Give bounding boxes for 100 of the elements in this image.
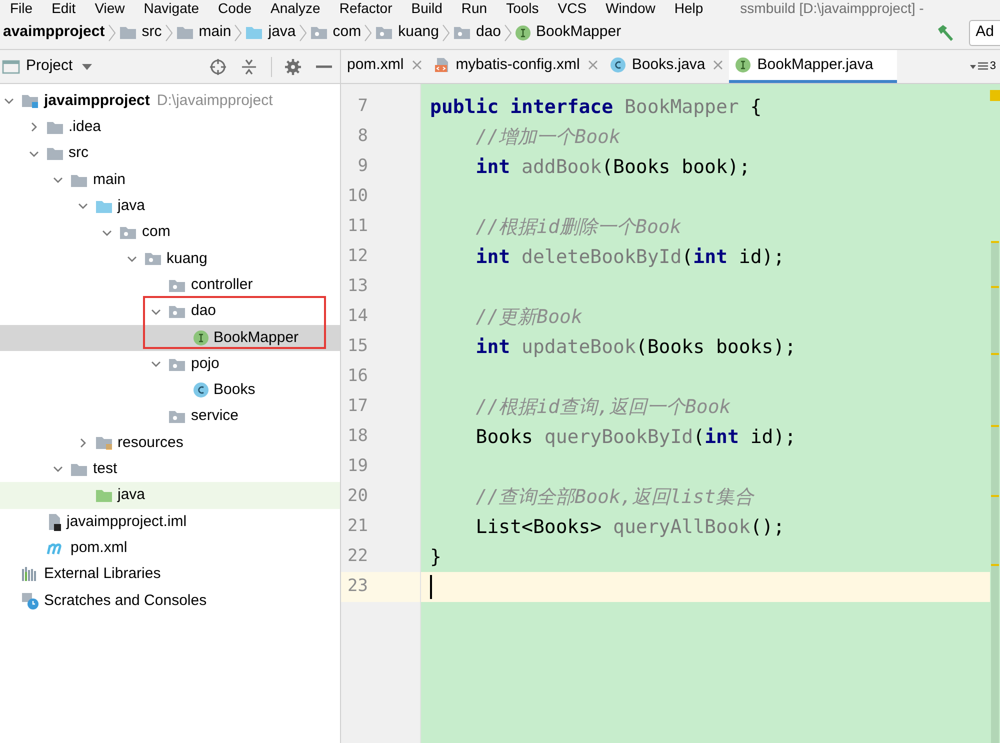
package-icon (168, 304, 186, 320)
tree-item-label: java (118, 196, 146, 216)
line-number: 9 (358, 155, 368, 178)
package-icon (144, 251, 162, 266)
tree-item[interactable]: .idea (0, 114, 340, 141)
xml-file-icon (434, 57, 450, 73)
code-line: List<Books> queryAllBook(); (474, 514, 785, 540)
editor-tab[interactable]: pom.xml (341, 50, 428, 83)
folder-icon (94, 488, 112, 504)
panel-title[interactable]: Project (26, 55, 73, 78)
crosshair-icon[interactable] (209, 58, 227, 76)
inspection-status-icon (990, 90, 1000, 101)
tree-item-label: Scratches and Consoles (44, 590, 207, 611)
code-line: //根据id查询,返回一个Book (474, 394, 731, 420)
tree-item[interactable]: kuang (0, 246, 340, 272)
tree-item[interactable]: javaimpproject.iml (0, 508, 340, 536)
line-number: 11 (348, 215, 368, 238)
tree-item[interactable]: javaimpproject D:\javaimpproject (0, 88, 340, 114)
line-number: 21 (348, 515, 368, 538)
menu-item[interactable]: Tools (506, 1, 539, 15)
scratches-icon (21, 592, 39, 610)
tree-item-label: com (142, 222, 170, 242)
breadcrumb-item[interactable]: dao (450, 21, 504, 44)
menu-item[interactable]: Edit (52, 1, 76, 15)
tree-item-label: pojo (191, 354, 220, 374)
tree-item[interactable]: java (0, 193, 340, 220)
editor-tab[interactable]: BookMapper.java (729, 50, 898, 83)
folder-icon (176, 25, 194, 40)
breadcrumb-item[interactable]: src (116, 21, 165, 44)
warning-mark (991, 495, 999, 497)
menu-item[interactable]: Refactor (339, 1, 392, 15)
tree-item[interactable]: External Libraries (0, 561, 340, 588)
libraries-icon (21, 566, 39, 582)
toolbar-button[interactable]: Ad (968, 20, 1000, 46)
tree-item[interactable]: Scratches and Consoles (0, 588, 340, 614)
line-number: 23 (348, 575, 368, 598)
close-icon[interactable] (588, 60, 598, 70)
scrollbar-thumb[interactable] (991, 241, 999, 743)
tree-item[interactable]: Books (0, 377, 340, 404)
breadcrumb-item[interactable]: java (242, 21, 299, 44)
menu-item[interactable]: Analyze (270, 1, 320, 15)
editor-tab[interactable]: Books.java (604, 50, 730, 83)
warning-mark (991, 241, 999, 243)
line-number: 8 (358, 125, 368, 148)
minimize-icon[interactable] (316, 64, 332, 68)
package-icon (168, 409, 186, 424)
settings-icon[interactable] (284, 58, 302, 76)
collapse-icon[interactable] (241, 58, 257, 76)
tree-item[interactable]: service (0, 404, 340, 430)
tree-item-label: kuang (166, 248, 208, 269)
folder-icon (46, 146, 64, 162)
dropdown-caret-icon[interactable] (80, 62, 93, 70)
breadcrumb-item[interactable]: com (306, 21, 364, 44)
tab-overflow-button[interactable]: 3 (970, 50, 1000, 83)
menu-item[interactable]: View (94, 1, 125, 15)
menu-item[interactable]: Help (674, 1, 704, 15)
breadcrumb-item[interactable]: avaimpproject (0, 21, 108, 44)
breadcrumb-item[interactable]: main (172, 21, 234, 44)
window-title: ssmbuild [D:\javaimpproject] - (740, 1, 924, 15)
tree-item[interactable]: controller (0, 272, 340, 298)
tree-item-label: controller (191, 274, 253, 295)
code-line: int updateBook(Books books); (474, 334, 796, 360)
breadcrumb-item[interactable]: kuang (372, 21, 442, 44)
tree-item[interactable]: pojo (0, 350, 340, 378)
tree-item-label: Books (214, 380, 256, 400)
line-number: 12 (348, 245, 368, 268)
editor-tab[interactable]: mybatis-config.xml (428, 50, 604, 83)
menu-item[interactable]: Window (606, 1, 656, 15)
tree-item-label: dao (191, 301, 216, 322)
tree-item[interactable]: com (0, 219, 340, 246)
tree-item-label: resources (118, 432, 184, 453)
chevron-separator-icon (364, 24, 372, 42)
tree-item[interactable]: dao (0, 298, 340, 325)
menu-item[interactable]: Code (218, 1, 252, 15)
code-line: int deleteBookById(int id); (474, 244, 785, 270)
code-line: //增加一个Book (474, 124, 620, 150)
menu-item[interactable]: Navigate (144, 1, 200, 15)
tree-item[interactable]: src (0, 140, 340, 167)
code-line: public interface BookMapper { (430, 94, 762, 120)
tree-item[interactable]: java (0, 482, 340, 509)
tree-item[interactable]: main (0, 166, 340, 194)
tree-item[interactable]: BookMapper (0, 324, 340, 351)
breadcrumb-item[interactable]: BookMapper (512, 21, 624, 44)
menu-item[interactable]: Run (461, 1, 488, 15)
tree-item-label: pom.xml (70, 538, 128, 558)
tree-item[interactable]: pom.xml (0, 535, 340, 562)
folder-icon (70, 172, 88, 188)
interface-icon (515, 24, 532, 40)
menu-item[interactable]: VCS (558, 1, 587, 15)
chevron-separator-icon (234, 24, 242, 42)
code-line: Books queryBookById(int id); (474, 424, 796, 450)
close-icon[interactable] (713, 60, 724, 70)
close-icon[interactable] (412, 60, 422, 70)
tree-item[interactable]: test (0, 456, 340, 482)
menu-item[interactable]: Build (411, 1, 442, 15)
code-line: //查询全部Book,返回list集合 (474, 484, 754, 510)
tree-item[interactable]: resources (0, 430, 340, 456)
menu-item[interactable]: File (10, 1, 33, 15)
interface-icon (192, 330, 208, 346)
folder-icon (118, 25, 137, 40)
